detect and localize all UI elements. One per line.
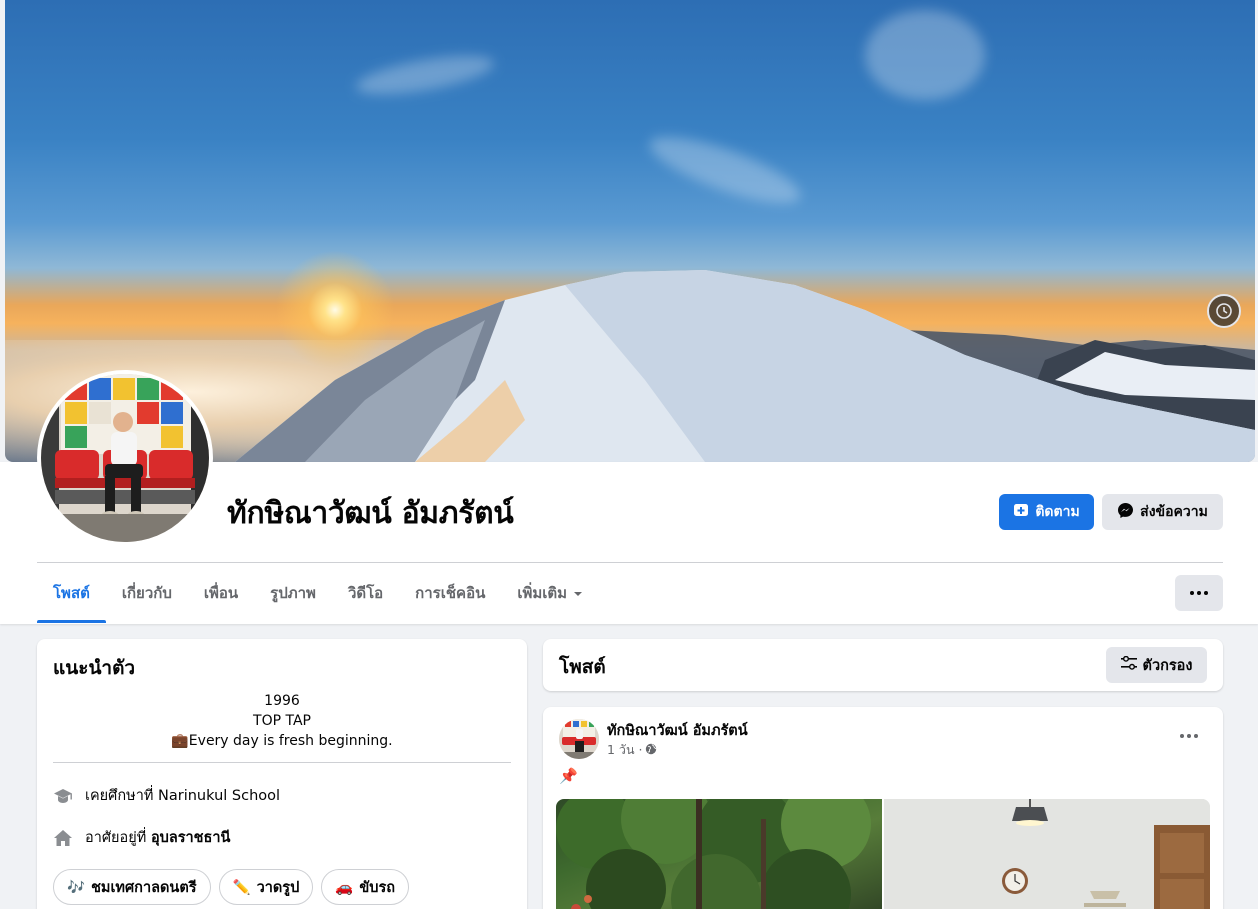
follow-button-label: ติดตาม bbox=[1035, 504, 1080, 520]
tab-posts[interactable]: โพสต์ bbox=[37, 563, 106, 623]
post-text: 📌 bbox=[559, 767, 578, 785]
avatar-image bbox=[41, 374, 209, 542]
bio-line: TOP TAP bbox=[253, 713, 311, 729]
filter-icon bbox=[1120, 655, 1137, 674]
intro-card: แนะนำตัว 1996 TOP TAP 💼Every day is fres… bbox=[37, 639, 527, 909]
post-timestamp[interactable]: 1 วัน · bbox=[607, 740, 642, 760]
tab-label: โพสต์ bbox=[53, 584, 90, 602]
home-icon bbox=[53, 828, 73, 848]
tab-videos[interactable]: วิดีโอ bbox=[332, 563, 399, 623]
hobby-label: ขับรถ bbox=[359, 879, 396, 896]
posts-title: โพสต์ bbox=[559, 656, 606, 678]
education-school[interactable]: Narinukul School bbox=[158, 788, 280, 804]
car-icon: 🚗 bbox=[335, 879, 354, 896]
tab-label: เกี่ยวกับ bbox=[121, 584, 172, 602]
post-author-name[interactable]: ทักษิณาวัฒน์ อัมภรัตน์ bbox=[607, 719, 748, 742]
follow-button[interactable]: ติดตาม bbox=[999, 494, 1094, 530]
follow-icon bbox=[1013, 502, 1029, 522]
post-photo-room[interactable] bbox=[884, 799, 1210, 909]
bio: 1996 TOP TAP 💼Every day is fresh beginni… bbox=[53, 691, 511, 751]
hobby-label: ชมเทศกาลดนตรี bbox=[91, 879, 197, 896]
globe-icon bbox=[645, 743, 657, 758]
education-prefix: เคยศึกษาที่ bbox=[85, 788, 159, 804]
filter-button-label: ตัวกรอง bbox=[1142, 657, 1193, 674]
tab-about[interactable]: เกี่ยวกับ bbox=[106, 563, 188, 623]
hobby-chip[interactable]: ✏️ วาดรูป bbox=[218, 869, 314, 905]
tab-label: การเช็คอิน bbox=[415, 584, 486, 602]
hobby-chip[interactable]: 🚗 ขับรถ bbox=[321, 869, 410, 905]
tab-label: วิดีโอ bbox=[347, 584, 384, 602]
intro-title: แนะนำตัว bbox=[53, 657, 136, 679]
post-author-avatar[interactable] bbox=[559, 719, 599, 759]
mountain-illustration bbox=[235, 270, 1255, 462]
hobby-chip[interactable]: 🎶 ชมเทศกาลดนตรี bbox=[53, 869, 211, 905]
location-row: อาศัยอยู่ที่ อุบลราชธานี bbox=[53, 826, 230, 849]
tab-photos[interactable]: รูปภาพ bbox=[254, 563, 332, 623]
location-city[interactable]: อุบลราชธานี bbox=[151, 830, 230, 846]
post-photo-forest[interactable] bbox=[556, 799, 882, 909]
hobby-label: วาดรูป bbox=[256, 879, 300, 896]
education-text: เคยศึกษาที่ Narinukul School bbox=[85, 784, 280, 807]
tab-label: รูปภาพ bbox=[270, 584, 316, 602]
ellipsis-icon bbox=[1190, 591, 1208, 595]
cover-photo[interactable] bbox=[5, 0, 1255, 462]
location-text: อาศัยอยู่ที่ อุบลราชธานี bbox=[85, 826, 230, 849]
tab-label: เพิ่มเติม bbox=[517, 584, 568, 602]
posts-header-card: โพสต์ ตัวกรอง bbox=[543, 639, 1223, 691]
music-notes-icon: 🎶 bbox=[67, 879, 86, 896]
tab-checkins[interactable]: การเช็คอิน bbox=[399, 563, 501, 623]
post-options-button[interactable] bbox=[1171, 723, 1207, 749]
profile-tabs: โพสต์ เกี่ยวกับ เพื่อน รูปภาพ วิดีโอ การ… bbox=[37, 563, 599, 623]
intro-divider bbox=[53, 762, 511, 763]
message-button-label: ส่งข้อความ bbox=[1140, 504, 1208, 520]
location-prefix: อาศัยอยู่ที่ bbox=[85, 830, 151, 846]
caret-down-icon bbox=[573, 584, 583, 602]
tab-label: เพื่อน bbox=[203, 584, 239, 602]
hobbies-list: 🎶 ชมเทศกาลดนตรี ✏️ วาดรูป 🚗 ขับรถ bbox=[53, 869, 410, 905]
ellipsis-icon bbox=[1180, 734, 1198, 738]
education-row: เคยศึกษาที่ Narinukul School bbox=[53, 784, 280, 807]
filter-button[interactable]: ตัวกรอง bbox=[1106, 647, 1207, 683]
profile-more-options-button[interactable] bbox=[1175, 575, 1223, 611]
tab-more[interactable]: เพิ่มเติม bbox=[501, 563, 599, 623]
graduation-cap-icon bbox=[53, 786, 73, 806]
profile-name: ทักษิณาวัฒน์ อัมภรัตน์ bbox=[227, 496, 514, 531]
messenger-icon bbox=[1117, 502, 1134, 523]
bio-line: 1996 bbox=[264, 693, 300, 709]
post-meta: 1 วัน · bbox=[607, 740, 657, 760]
post-card: ทักษิณาวัฒน์ อัมภรัตน์ 1 วัน · 📌 bbox=[543, 707, 1223, 909]
tab-friends[interactable]: เพื่อน bbox=[188, 563, 254, 623]
message-button[interactable]: ส่งข้อความ bbox=[1102, 494, 1223, 530]
cover-rotate-icon[interactable] bbox=[1207, 294, 1241, 328]
bio-line: 💼Every day is fresh beginning. bbox=[171, 733, 393, 749]
pencil-icon: ✏️ bbox=[232, 879, 251, 896]
profile-avatar[interactable] bbox=[37, 370, 213, 546]
